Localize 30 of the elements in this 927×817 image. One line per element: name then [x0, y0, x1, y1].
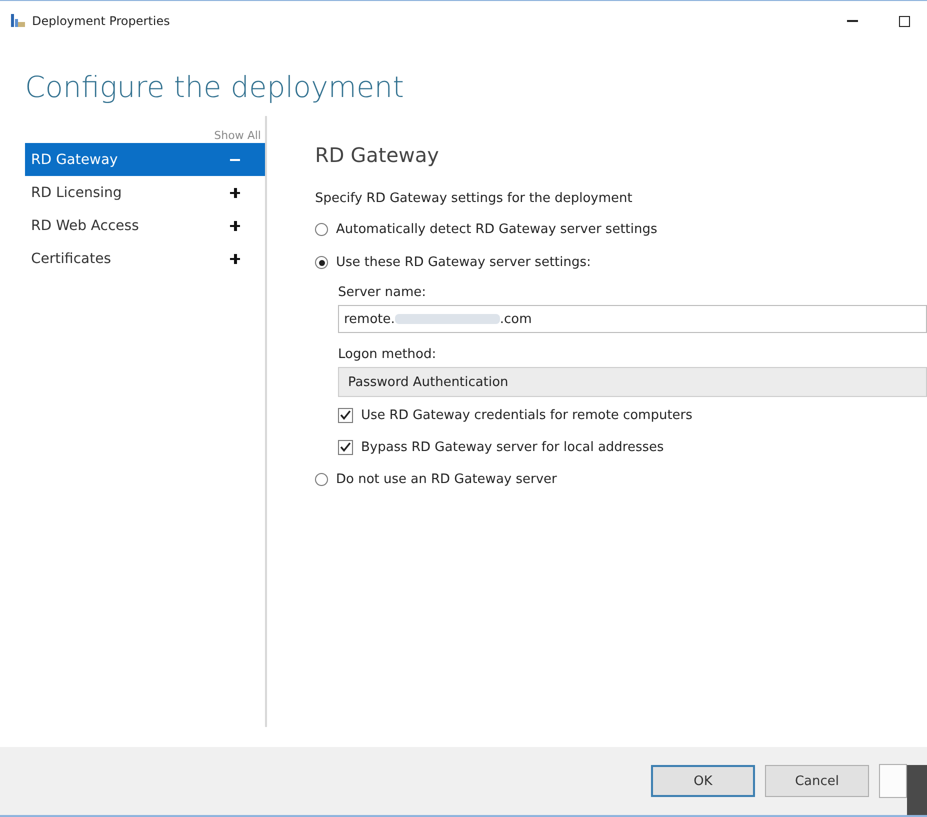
expand-icon[interactable] [230, 220, 240, 230]
field-label: Server name: [338, 284, 428, 302]
sidebar-item[interactable]: RD Web Access [25, 209, 265, 242]
page-heading: Configure the deployment [24, 69, 406, 106]
radio-label: Automatically detect RD Gateway server settings [336, 222, 658, 237]
sidebar-item[interactable]: RD Licensing [25, 176, 265, 209]
server-name-field[interactable]: remote. .com [338, 305, 927, 333]
expand-icon[interactable] [230, 254, 240, 264]
checkbox-label: Use RD Gateway credentials for remote computers [361, 408, 692, 422]
radio-label: Use these RD Gateway server settings: [336, 255, 591, 270]
radio-button[interactable] [315, 223, 328, 236]
checkbox-label: Bypass RD Gateway server for local addresses [361, 440, 664, 454]
logon-method-dropdown[interactable]: Password Authentication [338, 367, 927, 397]
dark-panel [907, 765, 927, 815]
window-title: Deployment Properties [32, 14, 170, 28]
ok-button[interactable]: OK [651, 765, 755, 797]
radio-button[interactable] [315, 473, 328, 486]
radio-button[interactable] [315, 256, 328, 269]
sidebar-item[interactable]: RD Gateway [25, 143, 265, 176]
cancel-button[interactable]: Cancel [765, 765, 869, 797]
section-title: RD Gateway [315, 143, 440, 169]
expand-icon[interactable] [230, 188, 240, 198]
description-text: Specify RD Gateway settings for the deployment [315, 191, 634, 208]
field-label: Logon method: [338, 346, 438, 364]
server-icon [10, 14, 26, 28]
checkbox[interactable] [338, 408, 353, 422]
checkbox[interactable] [338, 440, 353, 454]
radio-label: Do not use an RD Gateway server [336, 472, 557, 487]
sidebar-item[interactable]: Certificates [25, 242, 265, 275]
show-all-link[interactable]: Show All [214, 129, 261, 143]
